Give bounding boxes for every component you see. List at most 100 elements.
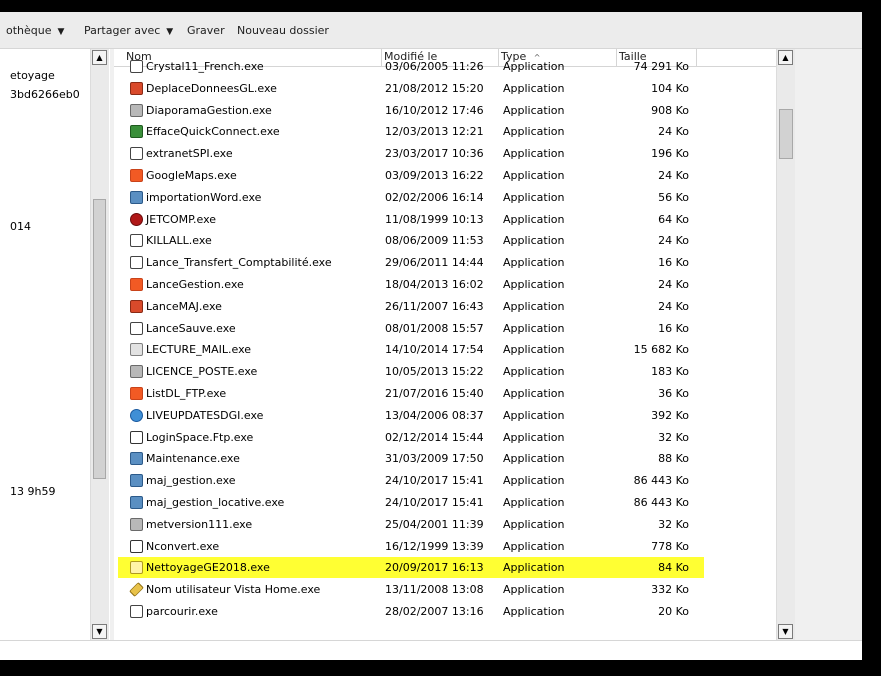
file-modified-date: 16/10/2012 17:46 <box>385 103 484 117</box>
table-row[interactable]: metversion111.exe 25/04/2001 11:39 Applica… <box>118 514 704 535</box>
file-size: 183 Ko <box>651 365 689 379</box>
file-name[interactable]: LIVEUPDATESDGI.exe <box>130 405 263 426</box>
file-name[interactable]: Maintenance.exe <box>130 448 240 469</box>
file-name[interactable]: EffaceQuickConnect.exe <box>130 121 280 142</box>
nav-item[interactable]: 13 9h59 <box>10 485 55 498</box>
nav-scroll-thumb[interactable] <box>93 199 106 479</box>
table-row[interactable]: Maintenance.exe 31/03/2009 17:50 Applicati… <box>118 448 704 469</box>
scroll-down-arrow-icon[interactable]: ▼ <box>778 624 793 639</box>
table-row[interactable]: importationWord.exe 02/02/2006 16:14 Appli… <box>118 187 704 208</box>
file-name[interactable]: LoginSpace.Ftp.exe <box>130 427 253 448</box>
table-row[interactable]: Crystal11_French.exe 03/06/2005 11:26 Appl… <box>118 56 704 77</box>
file-list-scrollbar[interactable]: ▲ ▼ <box>776 49 795 640</box>
file-type: Application <box>503 60 565 73</box>
nav-scrollbar[interactable]: ▲ ▼ <box>90 49 109 640</box>
file-name[interactable]: Nconvert.exe <box>130 536 219 557</box>
file-size: 20 Ko <box>658 605 689 618</box>
file-size: 196 Ko <box>651 147 689 161</box>
file-name[interactable]: LICENCE_POSTE.exe <box>130 361 257 382</box>
table-row[interactable]: DiaporamaGestion.exe 16/10/2012 17:46 Appl… <box>118 100 704 121</box>
file-size: 86 443 Ko <box>633 496 689 509</box>
file-type: Application <box>503 517 565 531</box>
house-icon <box>130 81 143 95</box>
file-modified-date: 20/09/2017 16:13 <box>385 561 484 575</box>
nav-item[interactable]: 014 <box>10 220 31 233</box>
file-name-label: parcourir.exe <box>146 605 218 618</box>
file-type: Application <box>503 365 565 379</box>
table-row[interactable]: maj_gestion.exe 24/10/2017 15:41 Applicati… <box>118 470 704 491</box>
table-row[interactable]: parcourir.exe 28/02/2007 13:16 Application… <box>118 601 704 622</box>
file-modified-date: 02/12/2014 15:44 <box>385 430 484 444</box>
table-row[interactable]: LanceMAJ.exe 26/11/2007 16:43 Application 2… <box>118 296 704 317</box>
table-row-selected[interactable]: NettoyageGE2018.exe 20/09/2017 16:13 Appli… <box>118 557 704 579</box>
scroll-up-arrow-icon[interactable]: ▲ <box>92 50 107 65</box>
table-row[interactable]: LoginSpace.Ftp.exe 02/12/2014 15:44 Applic… <box>118 427 704 448</box>
table-row[interactable]: Nom utilisateur Vista Home.exe 13/11/2008… <box>118 579 704 600</box>
file-name-label: DiaporamaGestion.exe <box>146 103 272 117</box>
file-name[interactable]: JETCOMP.exe <box>130 209 216 230</box>
table-row[interactable]: LIVEUPDATESDGI.exe 13/04/2006 08:37 Applic… <box>118 405 704 426</box>
file-name[interactable]: maj_gestion_locative.exe <box>130 492 284 513</box>
house-icon <box>130 299 143 313</box>
table-row[interactable]: LanceGestion.exe 18/04/2013 16:02 Applicat… <box>118 274 704 295</box>
table-row[interactable]: GoogleMaps.exe 03/09/2013 16:22 Applicatio… <box>118 165 704 186</box>
file-modified-date: 18/04/2013 16:02 <box>385 278 484 291</box>
file-name[interactable]: Lance_Transfert_Comptabilité.exe <box>130 252 332 273</box>
table-row[interactable]: Lance_Transfert_Comptabilité.exe 29/06/20… <box>118 252 704 273</box>
table-row[interactable]: LECTURE_MAIL.exe 14/10/2014 17:54 Applicat… <box>118 339 704 360</box>
file-name[interactable]: parcourir.exe <box>130 601 218 622</box>
scroll-up-arrow-icon[interactable]: ▲ <box>778 50 793 65</box>
table-row[interactable]: JETCOMP.exe 11/08/1999 10:13 Application 64… <box>118 209 704 230</box>
file-modified-date: 03/09/2013 16:22 <box>385 169 484 182</box>
file-name[interactable]: LanceSauve.exe <box>130 318 236 339</box>
file-name[interactable]: Crystal11_French.exe <box>130 56 264 77</box>
file-name[interactable]: maj_gestion.exe <box>130 470 236 491</box>
file-name[interactable]: importationWord.exe <box>130 187 261 208</box>
table-row[interactable]: EffaceQuickConnect.exe 12/03/2013 12:21 Ap… <box>118 121 704 142</box>
file-name[interactable]: NettoyageGE2018.exe <box>130 557 270 578</box>
file-name-label: metversion111.exe <box>146 517 253 531</box>
computers-icon <box>130 474 143 488</box>
file-size: 332 Ko <box>651 583 689 597</box>
file-name-label: DeplaceDonneesGL.exe <box>146 81 277 95</box>
table-row[interactable]: LanceSauve.exe 08/01/2008 15:57 Applicatio… <box>118 318 704 339</box>
share-with-button[interactable]: Partager avec ▼ <box>84 23 173 39</box>
file-size: 908 Ko <box>651 103 689 117</box>
globe-icon <box>130 408 143 422</box>
file-name[interactable]: DiaporamaGestion.exe <box>130 100 272 121</box>
table-row[interactable]: ListDL_FTP.exe 21/07/2016 15:40 Applicatio… <box>118 383 704 404</box>
file-modified-date: 21/08/2012 15:20 <box>385 81 484 95</box>
file-name[interactable]: KILLALL.exe <box>130 230 212 251</box>
nav-item[interactable]: etoyage <box>10 69 55 82</box>
file-name[interactable]: DeplaceDonneesGL.exe <box>130 78 277 99</box>
library-menu-button[interactable]: othèque ▼ <box>6 23 64 39</box>
file-list-scroll-thumb[interactable] <box>779 109 793 159</box>
file-size: 84 Ko <box>658 561 689 575</box>
file-name[interactable]: extranetSPI.exe <box>130 143 233 164</box>
table-row[interactable]: extranetSPI.exe 23/03/2017 10:36 Applicati… <box>118 143 704 164</box>
table-row[interactable]: LICENCE_POSTE.exe 10/05/2013 15:22 Applica… <box>118 361 704 382</box>
file-name[interactable]: metversion111.exe <box>130 514 252 535</box>
file-size: 24 Ko <box>658 169 689 182</box>
table-row[interactable]: DeplaceDonneesGL.exe 21/08/2012 15:20 Appl… <box>118 78 704 99</box>
file-name[interactable]: LanceGestion.exe <box>130 274 244 295</box>
file-name[interactable]: LanceMAJ.exe <box>130 296 222 317</box>
file-name[interactable]: ListDL_FTP.exe <box>130 383 226 404</box>
scroll-down-arrow-icon[interactable]: ▼ <box>92 624 107 639</box>
jet-icon <box>130 212 143 226</box>
table-row[interactable]: maj_gestion_locative.exe 24/10/2017 15:41… <box>118 492 704 513</box>
file-modified-date: 23/03/2017 10:36 <box>385 147 484 161</box>
nav-item[interactable]: 3bd6266eb0 <box>10 88 80 101</box>
app-icon <box>130 605 143 618</box>
table-row[interactable]: Nconvert.exe 16/12/1999 13:39 Application 7… <box>118 536 704 557</box>
file-size: 36 Ko <box>658 387 689 400</box>
file-type: Application <box>503 343 565 357</box>
file-name[interactable]: GoogleMaps.exe <box>130 165 237 186</box>
file-name[interactable]: Nom utilisateur Vista Home.exe <box>129 579 320 600</box>
file-modified-date: 29/06/2011 14:44 <box>385 256 484 270</box>
file-modified-date: 02/02/2006 16:14 <box>385 190 484 204</box>
new-folder-button[interactable]: Nouveau dossier <box>237 23 329 39</box>
burn-button[interactable]: Graver <box>187 23 225 39</box>
file-name[interactable]: LECTURE_MAIL.exe <box>130 339 251 360</box>
table-row[interactable]: KILLALL.exe 08/06/2009 11:53 Application 24… <box>118 230 704 251</box>
